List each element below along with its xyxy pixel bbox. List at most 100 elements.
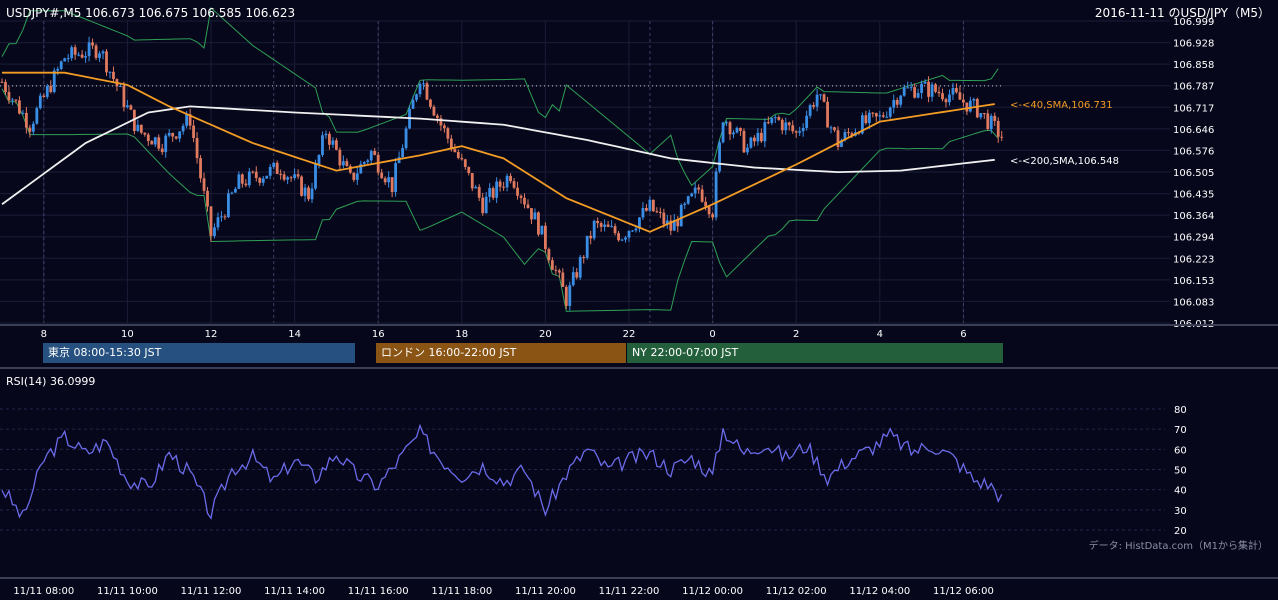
candle-body [749,137,753,148]
candle-body [523,197,526,205]
candle-body [777,117,781,120]
candle-body [948,94,951,103]
candle-body [968,100,972,112]
candle-body [592,220,596,239]
candle-body [690,193,694,197]
candle-body [617,233,620,241]
candle-body [463,159,467,167]
time-axis: 11/11 08:00 11/11 10:00 11/11 12:00 11/11 1… [13,586,993,597]
candle-body [453,149,457,152]
candle-body [341,161,345,166]
candle-body [512,181,516,188]
hour-tick-label: 8 [41,329,47,340]
candle-body [585,235,589,258]
candle-body [425,83,429,100]
candle-body [143,132,147,135]
candle-body [411,99,415,109]
candle-body [655,211,659,213]
candle-body [530,208,533,220]
hour-tick-label: 22 [623,329,636,340]
candle-body [418,83,422,95]
hour-tick-label: 14 [288,329,301,340]
candle-body [575,272,579,278]
candle-body [432,106,436,116]
candle-body [268,166,272,176]
candlesticks [0,36,1004,311]
time-tick-label: 11/11 18:00 [431,586,492,597]
candle-body [867,112,871,124]
candle-body [516,187,519,196]
candle-body [139,124,143,133]
candle-body [324,133,328,136]
candle-body [98,53,101,58]
candle-body [328,133,331,145]
candle-body [881,115,885,117]
candle-body [300,176,303,196]
candle-body [704,201,708,207]
candle-body [944,99,948,103]
candle-body [746,147,749,153]
candle-body [7,91,11,101]
candle-body [955,88,958,93]
source-note: データ: HistData.com（M1から集計） [1089,539,1268,552]
candle-body [366,160,370,163]
candle-body [310,188,314,200]
candle-body [352,172,356,180]
candle-body [927,81,930,97]
candle-body [160,148,164,153]
bollinger-bands [1,6,999,312]
candle-body [888,107,892,117]
candle-body [766,122,770,124]
sma40-line [2,71,995,233]
candle-body [293,174,296,179]
candle-body [965,102,969,112]
candle-body [199,158,202,179]
candle-body [136,124,140,132]
candle-body [502,186,505,188]
candle-body [373,150,377,155]
candle-body [934,84,937,92]
candle-body [237,174,241,189]
candle-body [975,99,979,118]
candle-body [805,115,809,129]
candle-body [195,138,199,159]
candle-body [571,272,575,286]
price-tick-label: 106.435 [1173,190,1214,201]
price-tick-label: 106.928 [1173,39,1214,50]
candle-body [725,122,728,124]
candle-body [126,105,129,108]
candle-body [662,212,666,225]
candle-body [150,141,154,145]
price-tick-label: 106.576 [1173,146,1214,157]
candle-body [484,196,488,214]
candle-body [495,181,499,198]
time-tick-label: 11/12 06:00 [933,586,994,597]
candle-body [272,162,276,167]
candle-body [282,174,286,180]
candle-body [488,188,492,197]
candle-body [763,122,767,142]
candle-body [996,120,1000,137]
candle-body [683,203,687,205]
candle-body [753,137,756,142]
candle-body [641,207,645,218]
candle-body [578,256,582,278]
hour-tick-label: 2 [793,329,799,340]
candle-body [697,187,701,190]
candle-body [606,224,610,227]
candle-body [742,130,746,153]
candle-body [491,188,495,198]
candle-body [63,58,67,62]
panel-separator-mid [0,367,1278,369]
candle-body [878,115,882,117]
rsi-tick-label: 20 [1174,526,1187,537]
candle-body [18,100,21,114]
candle-body [4,82,7,92]
candle-body [303,187,307,196]
lower-band [1,88,999,312]
candle-body [537,212,540,235]
candle-body [714,171,718,218]
sma200-label: <-<200,SMA,106.548 [1010,156,1119,167]
candle-body [847,132,850,134]
candle-body [279,173,283,175]
